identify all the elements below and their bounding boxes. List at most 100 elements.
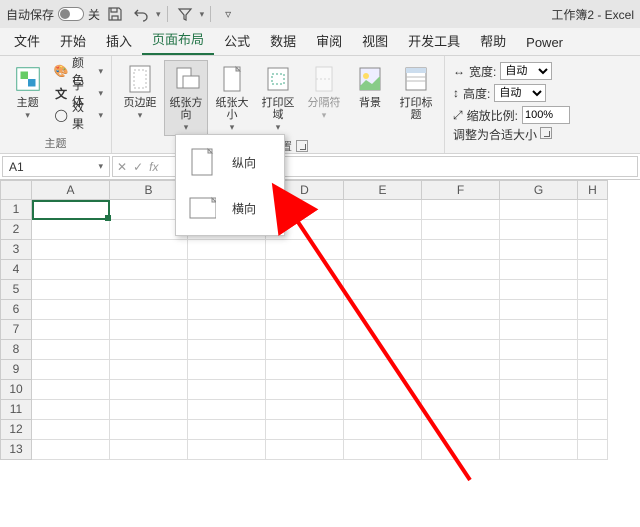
save-icon[interactable] <box>104 3 126 25</box>
cell[interactable] <box>266 300 344 320</box>
row-header[interactable]: 8 <box>0 340 32 360</box>
cell[interactable] <box>32 320 110 340</box>
background-button[interactable]: 背景 <box>348 60 392 112</box>
cell[interactable] <box>110 340 188 360</box>
cell[interactable] <box>422 240 500 260</box>
cell[interactable] <box>188 380 266 400</box>
theme-effects[interactable]: ◯ 效果▾ <box>51 104 105 126</box>
cell[interactable] <box>266 340 344 360</box>
cell[interactable] <box>266 420 344 440</box>
cell[interactable] <box>344 440 422 460</box>
cell[interactable] <box>422 400 500 420</box>
dialog-launcher[interactable] <box>540 127 552 139</box>
cell[interactable] <box>188 420 266 440</box>
chevron-down-icon[interactable]: ▾ <box>200 9 205 20</box>
col-header[interactable]: F <box>422 180 500 200</box>
cell[interactable] <box>188 360 266 380</box>
cell[interactable] <box>578 380 608 400</box>
autosave-toggle[interactable]: 自动保存 关 <box>6 6 100 23</box>
cell[interactable] <box>500 380 578 400</box>
cell[interactable] <box>578 260 608 280</box>
print-area-button[interactable]: 打印区域▾ <box>256 60 300 136</box>
height-select[interactable]: 自动 <box>494 84 546 102</box>
cell[interactable] <box>500 340 578 360</box>
cell[interactable] <box>32 200 110 220</box>
cell[interactable] <box>266 380 344 400</box>
tab-data[interactable]: 数据 <box>260 25 306 55</box>
cell[interactable] <box>110 300 188 320</box>
tab-home[interactable]: 开始 <box>50 25 96 55</box>
row-header[interactable]: 9 <box>0 360 32 380</box>
name-box[interactable]: A1▾ <box>2 156 110 177</box>
cell[interactable] <box>578 240 608 260</box>
orientation-button[interactable]: 纸张方向▾ <box>164 60 208 136</box>
row-header[interactable]: 12 <box>0 420 32 440</box>
themes-button[interactable]: 主题▾ <box>6 60 49 124</box>
margins-button[interactable]: 页边距▾ <box>118 60 162 124</box>
cell[interactable] <box>266 400 344 420</box>
cell[interactable] <box>266 360 344 380</box>
size-button[interactable]: 纸张大小▾ <box>210 60 254 136</box>
cell[interactable] <box>578 200 608 220</box>
cell[interactable] <box>344 220 422 240</box>
cell[interactable] <box>578 420 608 440</box>
col-header[interactable]: E <box>344 180 422 200</box>
overflow-icon[interactable]: ▿ <box>217 3 239 25</box>
cell[interactable] <box>422 360 500 380</box>
cell[interactable] <box>344 420 422 440</box>
row-header[interactable]: 13 <box>0 440 32 460</box>
orientation-landscape[interactable]: 横向 <box>176 185 284 231</box>
scale-input[interactable] <box>522 106 570 124</box>
cell[interactable] <box>344 240 422 260</box>
cell[interactable] <box>500 200 578 220</box>
width-select[interactable]: 自动 <box>500 62 552 80</box>
cell[interactable] <box>500 420 578 440</box>
spreadsheet-grid[interactable]: A B C D E F G H 12345678910111213 <box>0 180 640 460</box>
cell[interactable] <box>344 200 422 220</box>
cell[interactable] <box>110 380 188 400</box>
cell[interactable] <box>32 420 110 440</box>
cell[interactable] <box>32 240 110 260</box>
cell[interactable] <box>500 280 578 300</box>
cell[interactable] <box>110 240 188 260</box>
cell[interactable] <box>578 360 608 380</box>
cell[interactable] <box>32 440 110 460</box>
chevron-down-icon[interactable]: ▾ <box>156 9 161 20</box>
cell[interactable] <box>110 320 188 340</box>
cell[interactable] <box>578 440 608 460</box>
cell[interactable] <box>422 420 500 440</box>
cell[interactable] <box>578 400 608 420</box>
cell[interactable] <box>500 400 578 420</box>
cell[interactable] <box>188 240 266 260</box>
cell[interactable] <box>422 320 500 340</box>
cell[interactable] <box>32 280 110 300</box>
cell[interactable] <box>110 420 188 440</box>
cell[interactable] <box>110 260 188 280</box>
breaks-button[interactable]: 分隔符▾ <box>302 60 346 124</box>
cell[interactable] <box>32 220 110 240</box>
undo-icon[interactable] <box>130 3 152 25</box>
cell[interactable] <box>578 320 608 340</box>
cell[interactable] <box>344 260 422 280</box>
cell[interactable] <box>578 340 608 360</box>
cell[interactable] <box>188 280 266 300</box>
cell[interactable] <box>32 260 110 280</box>
cell[interactable] <box>266 240 344 260</box>
row-header[interactable]: 3 <box>0 240 32 260</box>
row-header[interactable]: 1 <box>0 200 32 220</box>
cell[interactable] <box>344 380 422 400</box>
tab-insert[interactable]: 插入 <box>96 25 142 55</box>
cell[interactable] <box>266 440 344 460</box>
cell[interactable] <box>110 400 188 420</box>
print-titles-button[interactable]: 打印标题 <box>394 60 438 124</box>
confirm-icon[interactable]: ✓ <box>133 160 143 174</box>
cell[interactable] <box>500 300 578 320</box>
cell[interactable] <box>422 280 500 300</box>
cell[interactable] <box>500 260 578 280</box>
cell[interactable] <box>110 440 188 460</box>
col-header[interactable]: G <box>500 180 578 200</box>
tab-view[interactable]: 视图 <box>352 25 398 55</box>
cell[interactable] <box>500 240 578 260</box>
col-header[interactable]: H <box>578 180 608 200</box>
cell[interactable] <box>32 400 110 420</box>
